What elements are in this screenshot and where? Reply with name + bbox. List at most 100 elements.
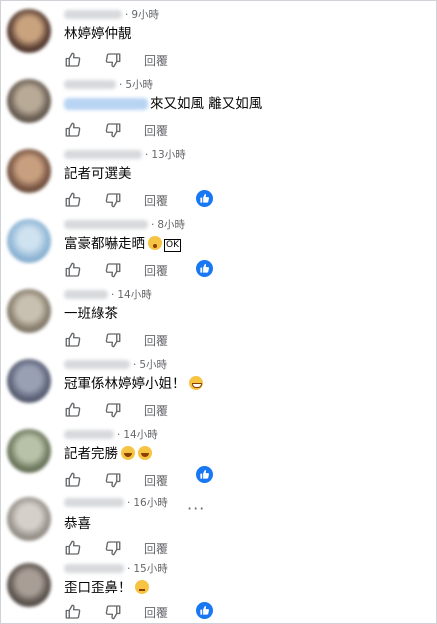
expressionless-emoji-icon <box>134 580 149 594</box>
reply-button[interactable]: 回覆 <box>144 472 168 489</box>
author-name[interactable] <box>64 430 114 439</box>
thumbs-down-icon[interactable] <box>104 191 122 209</box>
comment-text-content: 記者完勝 <box>64 446 118 462</box>
comment-meta: · 5小時 <box>64 77 153 91</box>
grin-emoji-icon <box>188 376 203 390</box>
comment-text-content: 來又如風 離又如風 <box>150 96 263 112</box>
ok-symbol: OK <box>164 239 181 252</box>
reply-button[interactable]: 回覆 <box>144 122 168 139</box>
comment-meta: · 14小時 <box>64 427 158 441</box>
avatar[interactable] <box>7 359 51 403</box>
thumbs-up-icon[interactable] <box>64 191 82 209</box>
author-name[interactable] <box>64 10 122 19</box>
comment-text: 富豪都嚇走晒 OK <box>64 232 181 252</box>
like-badge-icon[interactable] <box>196 466 213 483</box>
comment-time[interactable]: 5小時 <box>139 359 167 371</box>
comment-text-content: 一班綠茶 <box>64 306 118 322</box>
reply-button[interactable]: 回覆 <box>144 262 168 279</box>
comment-text-content: 記者可選美 <box>64 166 132 182</box>
comment-meta: · 9小時 <box>64 7 159 21</box>
avatar[interactable] <box>7 563 51 607</box>
comment-time[interactable]: 16小時 <box>133 497 167 509</box>
thumbs-down-icon[interactable] <box>104 51 122 69</box>
avatar[interactable] <box>7 149 51 193</box>
author-name[interactable] <box>64 498 124 507</box>
comment-text: 一班綠茶 <box>64 302 118 322</box>
comment-time[interactable]: 14小時 <box>117 289 151 301</box>
comment-item: · 13小時 記者可選美 回覆 <box>1 143 436 213</box>
comment-text: 來又如風 離又如風 <box>64 92 262 112</box>
comment-meta: · 13小時 <box>64 147 186 161</box>
shocked-emoji-icon <box>148 236 162 250</box>
comment-text-content: 恭喜 <box>64 516 91 532</box>
like-badge-icon[interactable] <box>196 260 213 277</box>
comment-text-content: 冠軍係林婷婷小姐！ <box>64 376 186 392</box>
comment-time[interactable]: 5小時 <box>125 79 153 91</box>
comment-text-content: 富豪都嚇走晒 <box>64 236 145 252</box>
comment-item: · 9小時 林婷婷仲靚 回覆 <box>1 3 436 73</box>
avatar[interactable] <box>7 289 51 333</box>
comment-text-content: 歪口歪鼻！ <box>64 580 132 596</box>
comment-text: 林婷婷仲靚 <box>64 22 132 42</box>
comment-time[interactable]: 15小時 <box>133 563 167 575</box>
author-name[interactable] <box>64 564 124 573</box>
comment-meta: · 5小時 <box>64 357 167 371</box>
thumbs-down-icon[interactable] <box>104 261 122 279</box>
avatar[interactable] <box>7 79 51 123</box>
comment-meta: · 14小時 <box>64 287 152 301</box>
thumbs-down-icon[interactable] <box>104 603 122 621</box>
comment-item: · 5小時 來又如風 離又如風 回覆 <box>1 73 436 143</box>
thumbs-up-icon[interactable] <box>64 471 82 489</box>
comment-text: 冠軍係林婷婷小姐！ <box>64 372 203 392</box>
thumbs-down-icon[interactable] <box>104 539 122 557</box>
like-badge-icon[interactable] <box>196 190 213 207</box>
comment-meta: · 16小時 <box>64 495 168 509</box>
laughing-emoji-icon <box>121 446 135 460</box>
thumbs-down-icon[interactable] <box>104 331 122 349</box>
avatar[interactable] <box>7 9 51 53</box>
comment-time[interactable]: 13小時 <box>151 149 185 161</box>
comment-meta: · 15小時 <box>64 561 168 575</box>
avatar[interactable] <box>7 219 51 263</box>
comment-text: 記者完勝 <box>64 442 152 462</box>
author-name[interactable] <box>64 80 116 89</box>
thumbs-down-icon[interactable] <box>104 401 122 419</box>
comment-text: 記者可選美 <box>64 162 132 182</box>
thumbs-down-icon[interactable] <box>104 121 122 139</box>
author-name[interactable] <box>64 150 142 159</box>
comment-text-content: 林婷婷仲靚 <box>64 26 132 42</box>
comment-item: · 16小時 恭喜 回覆 ··· <box>1 491 436 561</box>
thumbs-up-icon[interactable] <box>64 401 82 419</box>
reply-button[interactable]: 回覆 <box>144 192 168 209</box>
comment-item: · 5小時 冠軍係林婷婷小姐！ 回覆 <box>1 353 436 423</box>
thumbs-up-icon[interactable] <box>64 261 82 279</box>
author-name[interactable] <box>64 360 130 369</box>
thumbs-up-icon[interactable] <box>64 121 82 139</box>
comment-item: · 14小時 記者完勝 回覆 <box>1 423 436 493</box>
author-name[interactable] <box>64 220 148 229</box>
like-badge-icon[interactable] <box>196 602 213 619</box>
comment-item: · 14小時 一班綠茶 回覆 <box>1 283 436 353</box>
reply-button[interactable]: 回覆 <box>144 604 168 621</box>
avatar[interactable] <box>7 429 51 473</box>
thumbs-up-icon[interactable] <box>64 539 82 557</box>
thumbs-up-icon[interactable] <box>64 51 82 69</box>
more-options-icon[interactable]: ··· <box>187 499 205 518</box>
thumbs-down-icon[interactable] <box>104 471 122 489</box>
avatar[interactable] <box>7 497 51 541</box>
reply-button[interactable]: 回覆 <box>144 332 168 349</box>
comment-item: · 8小時 富豪都嚇走晒 OK 回覆 <box>1 213 436 283</box>
author-name[interactable] <box>64 290 108 299</box>
reply-button[interactable]: 回覆 <box>144 402 168 419</box>
reply-button[interactable]: 回覆 <box>144 540 168 557</box>
comments-panel: · 9小時 林婷婷仲靚 回覆 · 5小時 來又如風 離又如風 回覆 · 13小時 記者… <box>0 0 437 624</box>
comment-time[interactable]: 9小時 <box>131 9 159 21</box>
laughing-emoji-icon <box>138 446 152 460</box>
reply-button[interactable]: 回覆 <box>144 52 168 69</box>
comment-time[interactable]: 14小時 <box>123 429 157 441</box>
thumbs-up-icon[interactable] <box>64 603 82 621</box>
comment-item: · 15小時 歪口歪鼻！ 回覆 <box>1 557 436 623</box>
comment-time[interactable]: 8小時 <box>157 219 185 231</box>
thumbs-up-icon[interactable] <box>64 331 82 349</box>
comment-text: 歪口歪鼻！ <box>64 576 149 596</box>
